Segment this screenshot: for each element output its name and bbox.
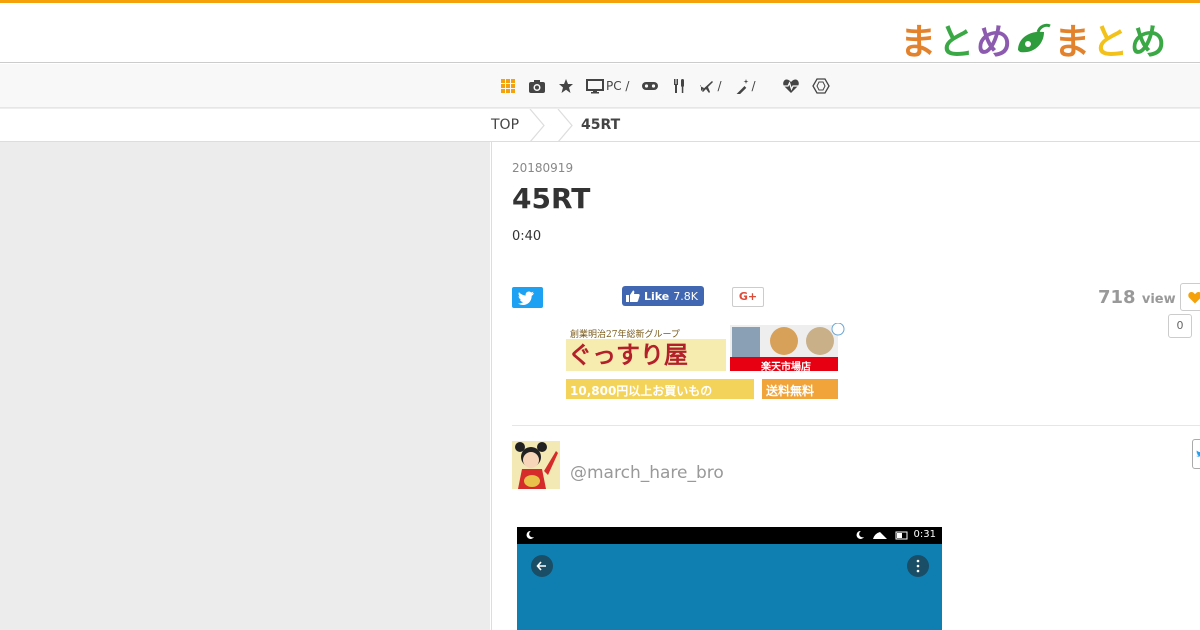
logo-char: と xyxy=(1092,22,1131,63)
twitter-share-button[interactable] xyxy=(512,287,543,308)
nav-item-pc[interactable]: PC / xyxy=(586,78,629,94)
twitter-bird-icon xyxy=(1196,450,1200,457)
ad-market: 楽天市場店 xyxy=(761,362,811,373)
nav-item-game[interactable] xyxy=(641,78,659,94)
heart-icon xyxy=(1188,291,1200,304)
gamepad-icon xyxy=(642,82,659,90)
utensils-icon xyxy=(674,79,685,93)
hexagon-icon xyxy=(811,78,830,94)
article-main: 20180919 45RT 0:40 Like 7.8K G+ 718 view… xyxy=(491,142,1200,630)
twitter-icon xyxy=(518,291,534,305)
ad-free-shipping: 送料無料 xyxy=(766,384,815,398)
moon-icon xyxy=(526,530,534,539)
arrow-left-icon xyxy=(536,561,546,571)
nav-item-grid[interactable] xyxy=(500,78,516,94)
gplus-label: G+ xyxy=(738,290,758,303)
site-logo[interactable]: まとめ まとめ xyxy=(900,13,1168,65)
embedded-screenshot: 0:31 xyxy=(517,527,942,630)
article-duration: 0:40 xyxy=(512,229,542,244)
nav-item-travel[interactable]: / xyxy=(699,78,722,94)
article-title: 45RT xyxy=(512,182,591,215)
ad-tagline: 創業明治27年総新グループ xyxy=(570,330,680,340)
advertisement-banner[interactable]: 創業明治27年総新グループ ぐっすり屋 楽天市場店 10,800円以上お買いもの… xyxy=(566,322,846,403)
nav-item-label: / xyxy=(751,79,756,93)
fb-like-label: Like xyxy=(644,289,670,303)
left-sidebar xyxy=(0,142,490,630)
author-handle[interactable]: @march_hare_bro xyxy=(570,463,724,483)
monitor-icon xyxy=(586,79,604,94)
breadcrumb-current: 45RT xyxy=(581,117,621,133)
favorite-count: 0 xyxy=(1168,314,1192,338)
star-icon xyxy=(559,79,573,93)
more-vertical-icon xyxy=(916,559,920,573)
magic-wand-icon xyxy=(735,79,749,94)
breadcrumb-top-link[interactable]: TOP xyxy=(491,117,519,133)
embedded-status-bar: 0:31 xyxy=(517,527,942,544)
grid-icon xyxy=(501,79,515,93)
logo-char: め xyxy=(1130,22,1169,63)
ad-shop-name: ぐっすり屋 xyxy=(568,340,688,369)
embedded-clock: 0:31 xyxy=(913,529,936,540)
nav-item-label: PC / xyxy=(606,79,630,93)
facebook-like-button[interactable]: Like 7.8K xyxy=(622,286,704,306)
logo-char: め xyxy=(976,22,1015,63)
logo-char: ま xyxy=(900,22,939,63)
embedded-menu-button xyxy=(907,555,929,577)
ad-offer: 10,800円以上お買いもの xyxy=(570,384,713,398)
google-plus-share-button[interactable]: G+ xyxy=(732,287,764,307)
status-icons xyxy=(856,530,908,540)
view-count-unit: view xyxy=(1141,292,1176,307)
nav-item-other[interactable] xyxy=(811,78,830,94)
nav-item-camera[interactable] xyxy=(528,78,546,94)
view-count: 718 view xyxy=(1098,287,1176,308)
airplane-icon xyxy=(700,81,714,93)
leaf-logo-icon xyxy=(1018,23,1051,53)
avatar-image xyxy=(512,441,560,489)
section-divider xyxy=(512,425,1200,426)
heartbeat-icon xyxy=(782,79,799,93)
nav-item-label: / xyxy=(717,79,722,93)
tweet-link-button[interactable] xyxy=(1192,439,1200,469)
thumbs-up-icon xyxy=(626,290,640,302)
fb-like-count: 7.8K xyxy=(673,289,698,303)
article-date: 20180919 xyxy=(512,161,574,175)
site-header: まとめ まとめ xyxy=(0,3,1200,63)
breadcrumb-separator-icon xyxy=(557,109,573,142)
view-count-number: 718 xyxy=(1098,287,1136,308)
nav-item-food[interactable] xyxy=(671,78,687,94)
nav-item-magic[interactable]: / xyxy=(734,78,756,94)
nav-item-health[interactable] xyxy=(782,78,800,94)
breadcrumb: TOP 45RT xyxy=(0,108,1200,142)
nav-item-star[interactable] xyxy=(558,78,574,94)
embedded-back-button xyxy=(531,555,553,577)
breadcrumb-separator-icon xyxy=(529,109,545,142)
logo-char: と xyxy=(938,22,977,63)
category-nav: PC / / / xyxy=(0,64,1200,108)
avatar[interactable] xyxy=(512,441,560,489)
camera-icon xyxy=(529,80,545,93)
favorite-button[interactable] xyxy=(1180,283,1200,311)
logo-char: ま xyxy=(1054,22,1093,63)
